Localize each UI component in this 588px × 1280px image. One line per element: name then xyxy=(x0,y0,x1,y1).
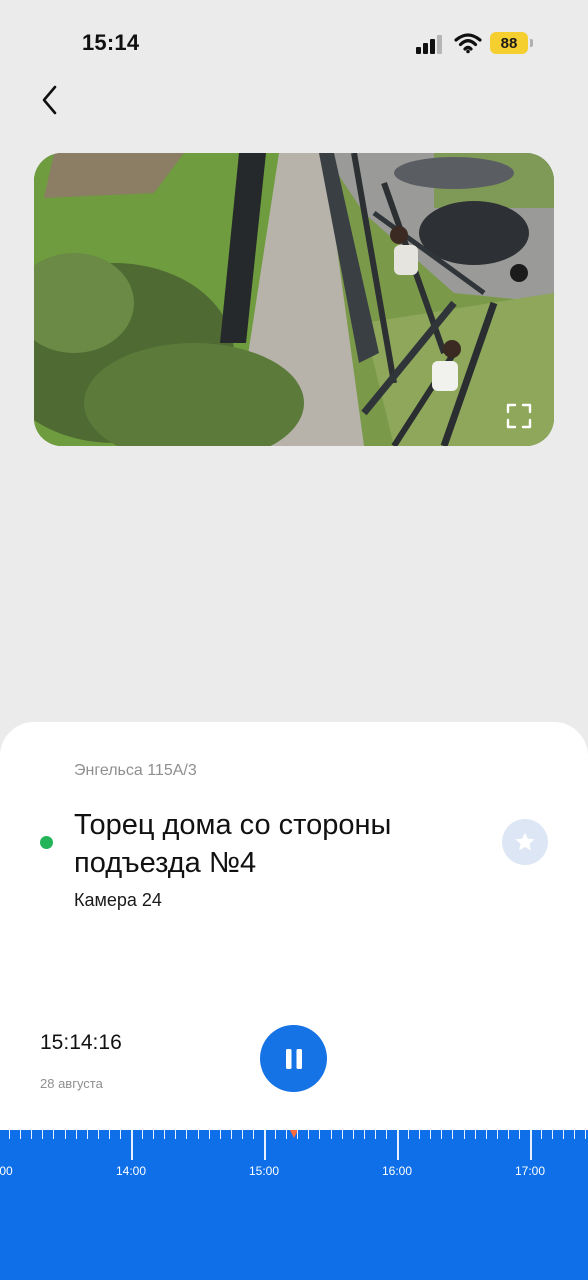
wifi-icon xyxy=(454,33,482,54)
timeline-minor-tick xyxy=(119,1130,121,1139)
timeline-minor-tick xyxy=(230,1130,232,1139)
timeline-minor-tick xyxy=(574,1130,576,1139)
timeline-minor-tick xyxy=(31,1130,33,1139)
timeline-minor-tick xyxy=(408,1130,410,1139)
timeline-minor-tick xyxy=(474,1130,476,1139)
favorite-button[interactable] xyxy=(502,819,548,865)
timeline-minor-tick xyxy=(507,1130,509,1139)
star-icon xyxy=(515,832,535,851)
timeline-minor-tick xyxy=(341,1130,343,1139)
timeline-minor-tick xyxy=(374,1130,376,1139)
timeline-hour-label: 00 xyxy=(0,1164,13,1178)
timeline-minor-tick xyxy=(208,1130,210,1139)
timeline-minor-tick xyxy=(419,1130,421,1139)
timeline-hour-label: 17:00 xyxy=(514,1164,546,1178)
timeline-minor-tick xyxy=(164,1130,166,1139)
timeline-minor-tick xyxy=(352,1130,354,1139)
cellular-signal-icon xyxy=(416,35,442,54)
timeline-minor-tick xyxy=(541,1130,543,1139)
timeline-minor-tick xyxy=(286,1130,288,1139)
camera-address: Энгельса 115А/3 xyxy=(74,762,197,779)
timeline-minor-tick xyxy=(108,1130,110,1139)
chevron-left-icon xyxy=(42,85,57,115)
playback-date: 28 августа xyxy=(40,1076,103,1091)
timeline-minor-tick xyxy=(142,1130,144,1139)
timeline-minor-tick xyxy=(64,1130,66,1139)
timeline-minor-tick xyxy=(97,1130,99,1139)
timeline-hour-tick xyxy=(397,1130,399,1160)
timeline-hour-tick xyxy=(264,1130,266,1160)
pause-button[interactable] xyxy=(260,1025,327,1092)
playback-time: 15:14:16 xyxy=(40,1031,122,1054)
online-status-dot xyxy=(40,836,53,849)
timeline-minor-tick xyxy=(175,1130,177,1139)
timeline-minor-tick xyxy=(585,1130,587,1139)
status-time: 15:14 xyxy=(82,30,140,55)
timeline-minor-tick xyxy=(319,1130,321,1139)
timeline-minor-tick xyxy=(485,1130,487,1139)
back-button[interactable] xyxy=(30,78,70,122)
pause-icon xyxy=(285,1048,302,1069)
timeline-minor-tick xyxy=(363,1130,365,1139)
camera-video-preview[interactable] xyxy=(34,153,554,446)
timeline-minor-tick xyxy=(241,1130,243,1139)
timeline-minor-tick xyxy=(452,1130,454,1139)
timeline-minor-tick xyxy=(518,1130,520,1139)
timeline-minor-tick xyxy=(563,1130,565,1139)
timeline-minor-tick xyxy=(86,1130,88,1139)
timeline-minor-tick xyxy=(75,1130,77,1139)
timeline-minor-tick xyxy=(219,1130,221,1139)
fullscreen-icon[interactable] xyxy=(506,403,532,429)
video-scene xyxy=(34,153,554,446)
battery-nub xyxy=(530,39,533,47)
timeline-minor-tick xyxy=(297,1130,299,1139)
timeline-minor-tick xyxy=(463,1130,465,1139)
timeline-hour-tick xyxy=(530,1130,532,1160)
timeline-minor-tick xyxy=(441,1130,443,1139)
timeline-minor-tick xyxy=(330,1130,332,1139)
timeline-minor-tick xyxy=(308,1130,310,1139)
timeline-minor-tick xyxy=(430,1130,432,1139)
timeline-hour-label: 14:00 xyxy=(115,1164,147,1178)
timeline-minor-tick xyxy=(275,1130,277,1139)
timeline-minor-tick xyxy=(53,1130,55,1139)
timeline-minor-tick xyxy=(153,1130,155,1139)
timeline-minor-tick xyxy=(552,1130,554,1139)
timeline-minor-tick xyxy=(197,1130,199,1139)
timeline-hour-tick xyxy=(131,1130,133,1160)
timeline-minor-tick xyxy=(496,1130,498,1139)
battery-level: 88 xyxy=(490,32,528,54)
timeline-minor-tick xyxy=(385,1130,387,1139)
timeline-minor-tick xyxy=(42,1130,44,1139)
timeline-minor-tick xyxy=(9,1130,11,1139)
timeline-minor-tick xyxy=(252,1130,254,1139)
timeline-minor-tick xyxy=(186,1130,188,1139)
timeline-hour-label: 15:00 xyxy=(248,1164,280,1178)
camera-number: Камера 24 xyxy=(74,890,162,910)
timeline-minor-tick xyxy=(20,1130,22,1139)
timeline-scrubber[interactable]: 00 14:00 15:00 16:00 17:00 xyxy=(0,1130,588,1280)
timeline-hour-label: 16:00 xyxy=(381,1164,413,1178)
battery-indicator: 88 xyxy=(490,32,534,54)
camera-title: Торец дома со стороны подъезда №4 xyxy=(74,809,392,879)
